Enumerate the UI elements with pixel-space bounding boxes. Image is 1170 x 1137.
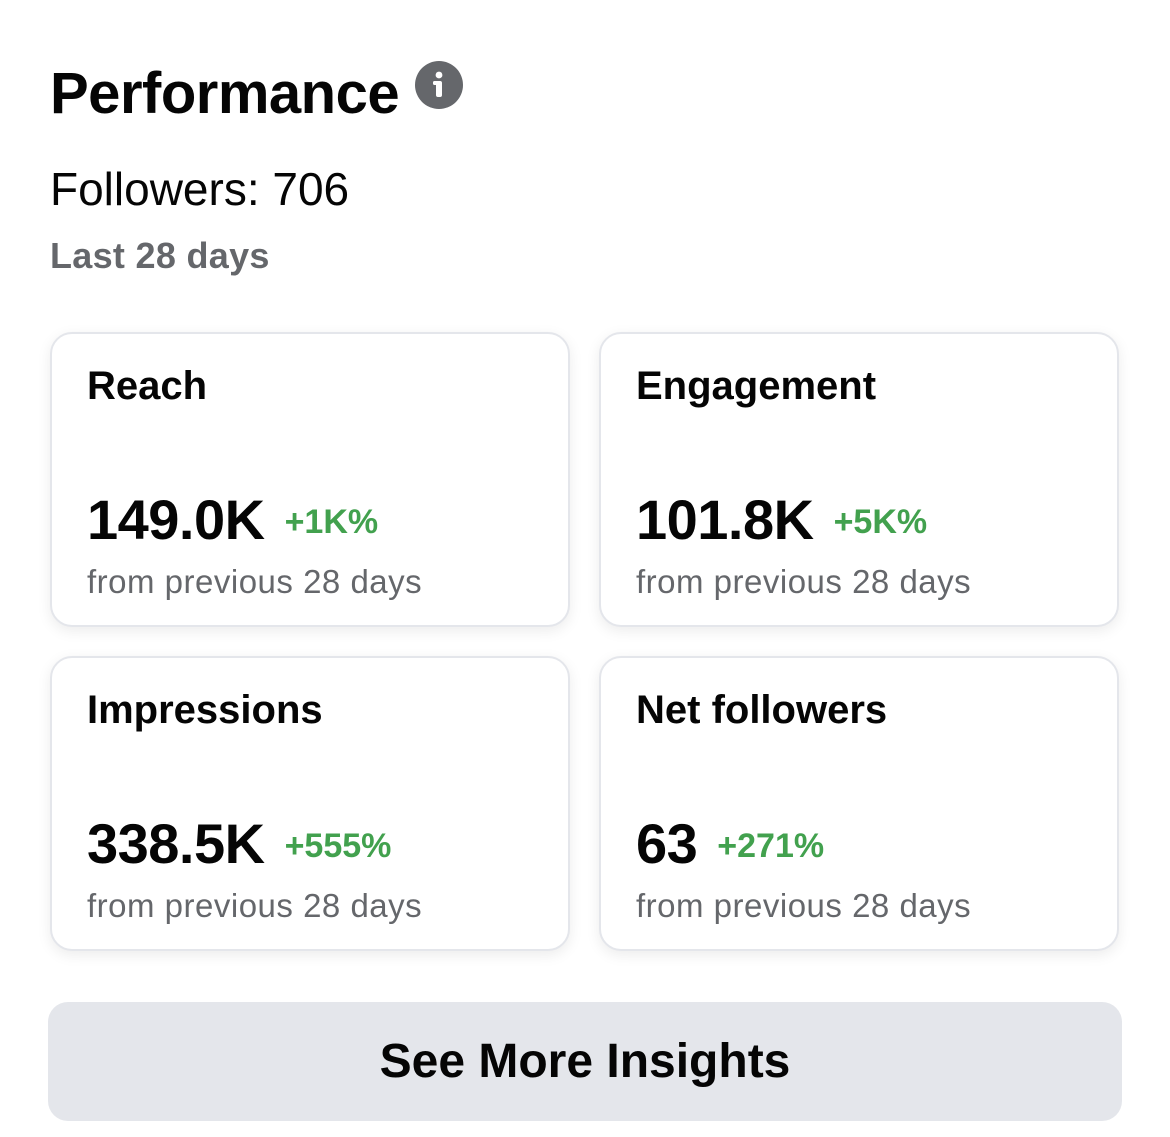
metric-comparison: from previous 28 days (636, 887, 972, 924)
reach-card[interactable]: Reach 149.0K +1K% from previous 28 days (50, 332, 570, 627)
metric-row: 101.8K +5K% (636, 486, 927, 554)
info-icon[interactable] (415, 61, 464, 109)
card-title: Reach (87, 364, 208, 408)
metric-row: 149.0K +1K% (87, 486, 378, 554)
see-more-insights-button[interactable]: See More Insights (48, 1002, 1122, 1121)
metric-change: +555% (284, 827, 392, 865)
metric-comparison: from previous 28 days (87, 563, 423, 600)
card-title: Engagement (636, 364, 877, 408)
section-header: Performance (50, 58, 464, 130)
card-title: Net followers (636, 688, 888, 732)
metric-comparison: from previous 28 days (87, 887, 423, 924)
metric-change: +5K% (833, 503, 928, 541)
metric-value: 149.0K (87, 488, 265, 551)
page-title: Performance (50, 61, 400, 126)
engagement-card[interactable]: Engagement 101.8K +5K% from previous 28 … (599, 332, 1119, 627)
metric-value: 63 (636, 812, 698, 875)
card-title: Impressions (87, 688, 323, 732)
metric-change: +1K% (284, 503, 379, 541)
impressions-card[interactable]: Impressions 338.5K +555% from previous 2… (50, 656, 570, 951)
metric-row: 63 +271% (636, 810, 824, 878)
followers-count: Followers: 706 (50, 163, 350, 215)
metric-comparison: from previous 28 days (636, 563, 972, 600)
metric-row: 338.5K +555% (87, 810, 391, 878)
net-followers-card[interactable]: Net followers 63 +271% from previous 28 … (599, 656, 1119, 951)
metric-value: 338.5K (87, 812, 265, 875)
see-more-insights-label: See More Insights (379, 1035, 791, 1088)
metric-value: 101.8K (636, 488, 814, 551)
info-glyph (433, 71, 443, 97)
date-range-label: Last 28 days (50, 235, 270, 276)
metric-change: +271% (717, 827, 825, 865)
